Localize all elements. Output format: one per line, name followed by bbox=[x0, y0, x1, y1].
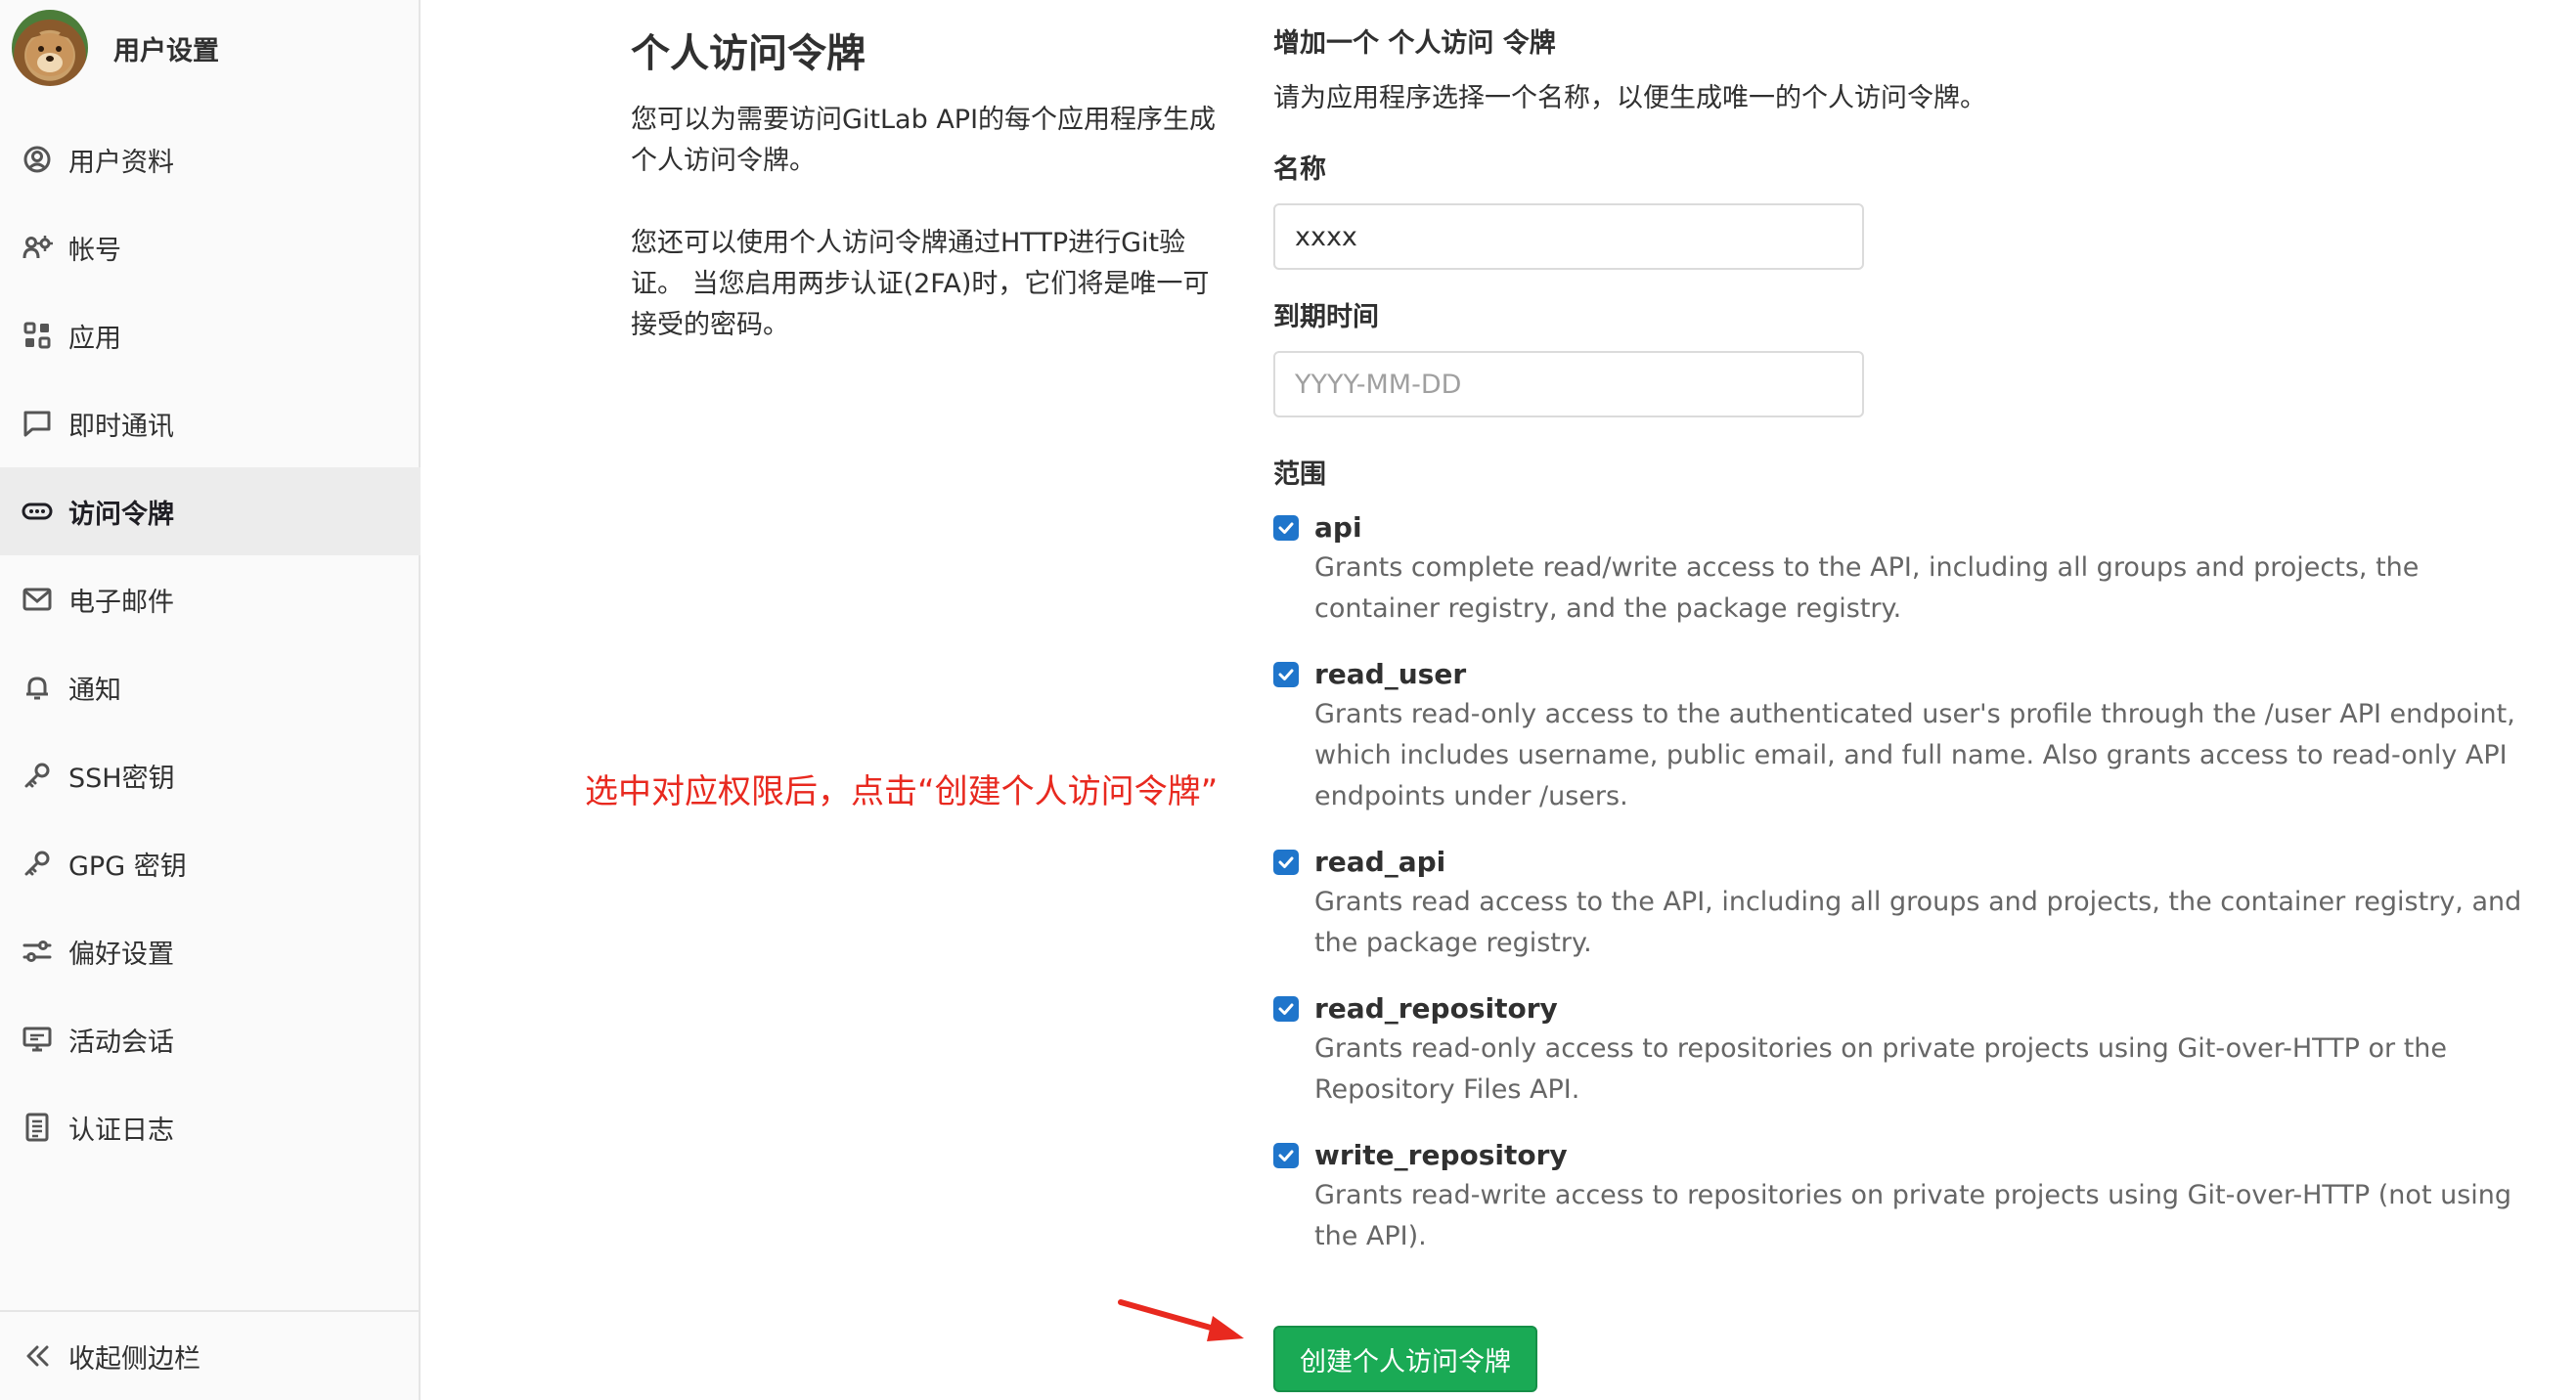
sidebar-item-applications[interactable]: 应用 bbox=[0, 291, 421, 379]
sidebar-item-label: 访问令牌 bbox=[68, 499, 174, 530]
log-icon bbox=[20, 1110, 55, 1145]
scope-checkbox[interactable] bbox=[1273, 1143, 1299, 1168]
page-title: 个人访问令牌 bbox=[631, 31, 866, 76]
sidebar-title: 用户设置 bbox=[113, 35, 219, 66]
account-gear-icon bbox=[20, 230, 55, 265]
description-paragraph: 您还可以使用个人访问令牌通过HTTP进行Git验证。 当您启用两步认证(2FA)… bbox=[631, 228, 1210, 340]
description-paragraph: 您可以为需要访问GitLab API的每个应用程序生成个人访问令牌。 bbox=[631, 105, 1217, 176]
scope-help-text: Grants read-write access to repositories… bbox=[1314, 1180, 2512, 1251]
sidebar-item-label: 偏好设置 bbox=[68, 939, 174, 970]
token-name-input[interactable] bbox=[1273, 203, 1864, 270]
scope-option-read-user: read_user Grants read-only access to the… bbox=[1273, 655, 2525, 817]
sidebar-item-label: GPG 密钥 bbox=[68, 851, 187, 882]
sidebar-item-label: 用户资料 bbox=[68, 147, 174, 178]
preferences-icon bbox=[20, 934, 55, 969]
monitor-icon bbox=[20, 1022, 55, 1057]
sidebar-item-gpg-keys[interactable]: GPG 密钥 bbox=[0, 819, 421, 907]
sidebar-item-label: 应用 bbox=[68, 323, 121, 354]
form-heading: 增加一个 个人访问 令牌 bbox=[1273, 28, 1556, 59]
scope-name[interactable]: read_user bbox=[1314, 655, 2525, 694]
sidebar-item-label: 电子邮件 bbox=[68, 587, 174, 618]
sidebar-item-auth-log[interactable]: 认证日志 bbox=[0, 1083, 421, 1171]
sidebar-item-label: 通知 bbox=[68, 675, 121, 706]
sidebar-item-label: 活动会话 bbox=[68, 1027, 174, 1058]
sidebar-item-label: 即时通讯 bbox=[68, 411, 174, 442]
scope-checkbox[interactable] bbox=[1273, 850, 1299, 875]
collapse-sidebar-label: 收起侧边栏 bbox=[68, 1343, 200, 1375]
scope-option-write-repository: write_repository Grants read-write acces… bbox=[1273, 1136, 2525, 1257]
sidebar-item-active-sessions[interactable]: 活动会话 bbox=[0, 995, 421, 1083]
sidebar-item-account[interactable]: 帐号 bbox=[0, 203, 421, 291]
sidebar-nav: 用户资料 帐号 应用 即时通讯 访问令牌 电子邮件 通知 SSH密钥 GPG 密… bbox=[0, 115, 421, 1171]
settings-sidebar: 用户设置 用户资料 帐号 应用 即时通讯 访问令牌 电子邮件 通知 SSH密钥 … bbox=[0, 0, 421, 1400]
name-label: 名称 bbox=[1273, 154, 1326, 185]
mail-icon bbox=[20, 582, 55, 617]
scope-help-text: Grants read-only access to the authentic… bbox=[1314, 699, 2515, 811]
red-arrow-icon bbox=[1118, 1299, 1244, 1341]
add-token-form: 增加一个 个人访问 令牌 请为应用程序选择一个名称，以便生成唯一的个人访问令牌。… bbox=[1273, 22, 2525, 1257]
sidebar-item-emails[interactable]: 电子邮件 bbox=[0, 555, 421, 643]
scope-name[interactable]: read_repository bbox=[1314, 989, 2525, 1028]
chat-bubble-icon bbox=[20, 406, 55, 441]
sidebar-item-chat[interactable]: 即时通讯 bbox=[0, 379, 421, 467]
scope-help-text: Grants read-only access to repositories … bbox=[1314, 1033, 2448, 1105]
token-icon bbox=[20, 494, 55, 529]
collapse-sidebar-button[interactable]: 收起侧边栏 bbox=[0, 1310, 419, 1400]
form-subheading: 请为应用程序选择一个名称，以便生成唯一的个人访问令牌。 bbox=[1273, 83, 1986, 113]
key-icon bbox=[20, 758, 55, 793]
bell-icon bbox=[20, 670, 55, 705]
applications-grid-icon bbox=[20, 318, 55, 353]
scope-option-read-api: read_api Grants read access to the API, … bbox=[1273, 843, 2525, 964]
sidebar-item-label: 认证日志 bbox=[68, 1115, 174, 1146]
instruction-annotation: 选中对应权限后，点击“创建个人访问令牌” bbox=[585, 772, 1219, 811]
scope-checkbox[interactable] bbox=[1273, 996, 1299, 1022]
create-token-button[interactable]: 创建个人访问令牌 bbox=[1273, 1326, 1537, 1392]
scope-name[interactable]: api bbox=[1314, 508, 2525, 547]
sidebar-header[interactable]: 用户设置 bbox=[12, 10, 219, 86]
scope-help-text: Grants read access to the API, including… bbox=[1314, 887, 2522, 958]
sidebar-item-access-tokens[interactable]: 访问令牌 bbox=[0, 467, 421, 555]
scope-option-read-repository: read_repository Grants read-only access … bbox=[1273, 989, 2525, 1111]
sidebar-item-label: 帐号 bbox=[68, 235, 121, 266]
expiry-date-input[interactable] bbox=[1273, 351, 1864, 417]
token-description: 个人访问令牌 您可以为需要访问GitLab API的每个应用程序生成个人访问令牌… bbox=[631, 22, 1218, 387]
avatar bbox=[12, 10, 88, 86]
scope-name[interactable]: read_api bbox=[1314, 843, 2525, 882]
sidebar-item-preferences[interactable]: 偏好设置 bbox=[0, 907, 421, 995]
scope-checkbox[interactable] bbox=[1273, 515, 1299, 541]
sidebar-item-label: SSH密钥 bbox=[68, 763, 175, 794]
sidebar-item-ssh-keys[interactable]: SSH密钥 bbox=[0, 731, 421, 819]
user-circle-icon bbox=[20, 142, 55, 177]
scope-option-api: api Grants complete read/write access to… bbox=[1273, 508, 2525, 630]
scope-checkbox[interactable] bbox=[1273, 662, 1299, 687]
scopes-label: 范围 bbox=[1273, 459, 1326, 490]
scope-help-text: Grants complete read/write access to the… bbox=[1314, 552, 2420, 624]
expiry-label: 到期时间 bbox=[1273, 302, 1379, 332]
key-icon bbox=[20, 846, 55, 881]
sidebar-item-profile[interactable]: 用户资料 bbox=[0, 115, 421, 203]
sidebar-item-notifications[interactable]: 通知 bbox=[0, 643, 421, 731]
scope-name[interactable]: write_repository bbox=[1314, 1136, 2525, 1175]
double-chevron-left-icon bbox=[20, 1338, 55, 1374]
